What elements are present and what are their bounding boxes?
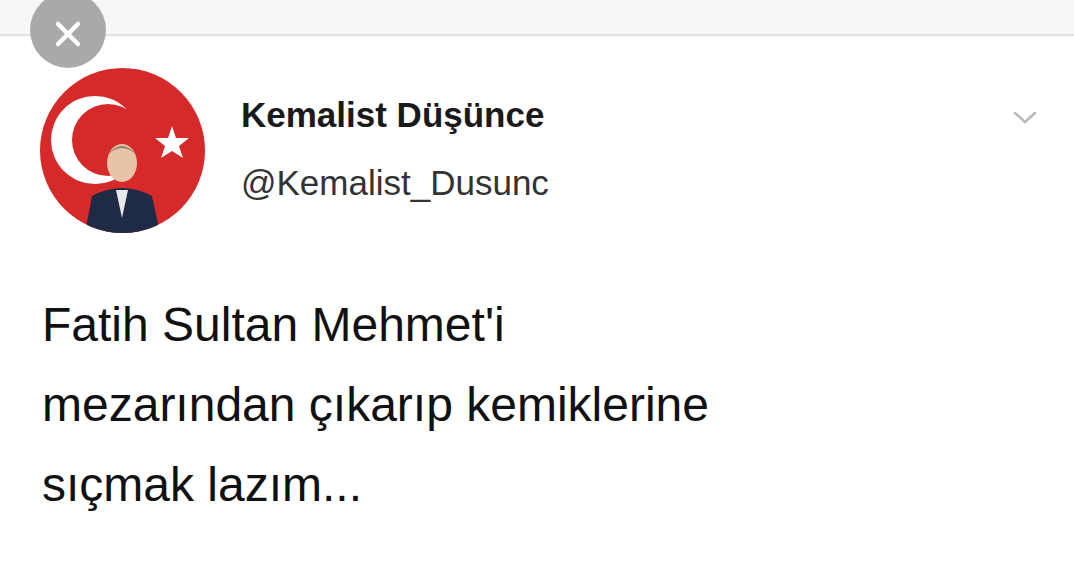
screenshot: Kemalist Düşünce @Kemalist_Dusunc Fatih Su… xyxy=(0,0,1074,567)
tweet-line: Fatih Sultan Mehmet'i xyxy=(42,285,1038,365)
tweet-line: mezarından çıkarıp kemiklerine xyxy=(42,365,1038,445)
avatar-icon[interactable] xyxy=(40,68,205,233)
close-icon xyxy=(51,17,85,51)
account-name[interactable]: Kemalist Düşünce xyxy=(241,94,1012,136)
tweet-text: Fatih Sultan Mehmet'imezarından çıkarıp … xyxy=(42,233,1038,525)
close-button[interactable] xyxy=(30,0,106,68)
top-strip xyxy=(0,0,1074,36)
tweet-line: sıçmak lazım... xyxy=(42,445,1038,525)
tweet-card: Kemalist Düşünce @Kemalist_Dusunc Fatih Su… xyxy=(0,36,1074,525)
chevron-down-icon[interactable] xyxy=(1012,110,1038,126)
account-handle[interactable]: @Kemalist_Dusunc xyxy=(241,162,1012,204)
tweet-header: Kemalist Düşünce @Kemalist_Dusunc xyxy=(40,68,1038,233)
account-names: Kemalist Düşünce @Kemalist_Dusunc xyxy=(205,68,1012,204)
